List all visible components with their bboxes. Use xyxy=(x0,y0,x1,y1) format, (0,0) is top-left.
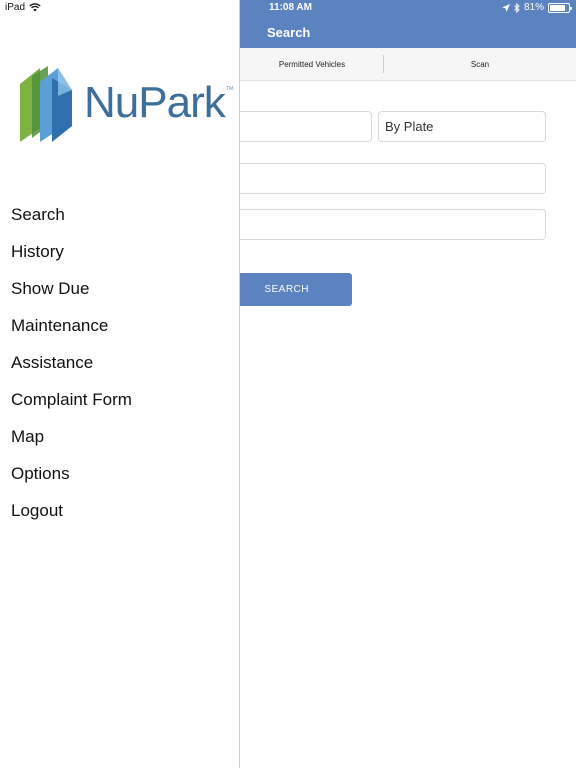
menu-item-map[interactable]: Map xyxy=(0,419,240,456)
battery-percent: 81% xyxy=(523,2,544,13)
nav-title: Search xyxy=(267,25,311,40)
search-field-2[interactable] xyxy=(200,163,546,194)
nupark-logo-mark-icon xyxy=(20,66,72,142)
menu-item-complaint-form[interactable]: Complaint Form xyxy=(0,381,240,418)
menu-item-maintenance[interactable]: Maintenance xyxy=(0,307,240,344)
menu-item-assistance[interactable]: Assistance xyxy=(0,344,240,381)
menu-item-search[interactable]: Search xyxy=(0,196,240,233)
menu-item-options[interactable]: Options xyxy=(0,456,240,493)
bluetooth-icon xyxy=(514,2,520,13)
status-right: 81% xyxy=(501,2,572,13)
menu-item-show-due[interactable]: Show Due xyxy=(0,270,240,307)
side-menu-list: Search History Show Due Maintenance Assi… xyxy=(0,196,240,530)
segment-permitted-vehicles[interactable]: Permitted Vehicles xyxy=(240,48,384,81)
side-menu-drawer: NuPark TM Search History Show Due Mainte… xyxy=(0,0,240,768)
location-arrow-icon xyxy=(501,3,510,12)
wifi-icon xyxy=(29,3,41,12)
status-left: iPad xyxy=(5,2,41,13)
menu-item-logout[interactable]: Logout xyxy=(0,493,240,530)
status-time: 11:08 AM xyxy=(269,2,312,13)
trademark-mark: TM xyxy=(226,86,234,92)
battery-icon xyxy=(548,2,572,13)
menu-item-history[interactable]: History xyxy=(0,233,240,270)
search-field-3[interactable] xyxy=(200,209,546,240)
battery-fill xyxy=(550,4,565,11)
nupark-logo-text: NuPark xyxy=(84,78,226,127)
search-type-value: By Plate xyxy=(385,119,434,134)
segment-scan[interactable]: Scan xyxy=(384,48,576,81)
nupark-logo: NuPark TM xyxy=(18,66,238,146)
search-type-select[interactable]: By Plate xyxy=(378,111,546,142)
device-name: iPad xyxy=(5,2,26,13)
